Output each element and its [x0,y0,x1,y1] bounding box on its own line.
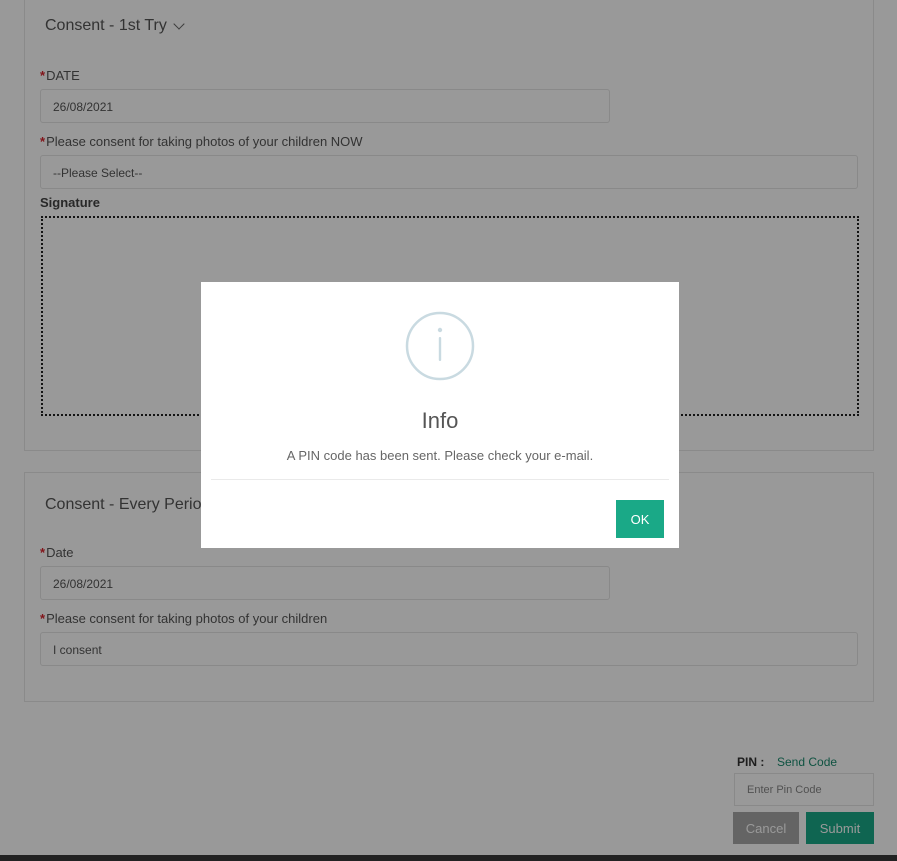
ok-button[interactable]: OK [616,500,664,538]
dialog-title: Info [421,408,459,433]
dialog-divider [211,479,669,480]
dialog-message: A PIN code has been sent. Please check y… [286,448,594,463]
info-dialog: Info A PIN code has been sent. Please ch… [201,282,679,548]
info-circle-icon [405,311,475,381]
